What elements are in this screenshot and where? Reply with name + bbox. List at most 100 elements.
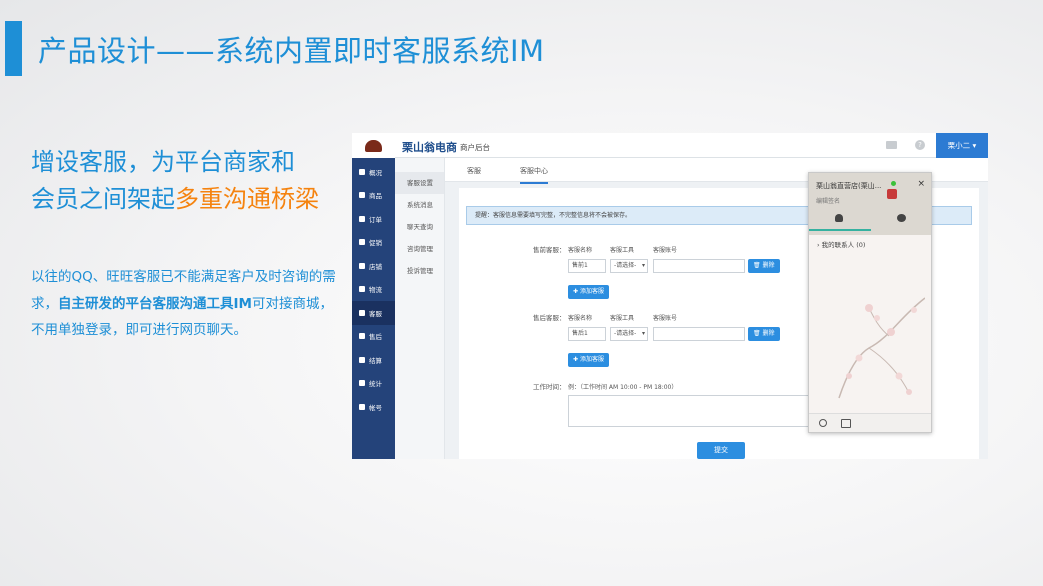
sidebar-item-icon <box>359 356 365 363</box>
sub-navigation: 客服设置 系统消息 聊天查询 咨询管理 投诉管理 <box>395 158 445 459</box>
subnav-item-0[interactable]: 客服设置 <box>395 172 444 194</box>
col-tool-2: 客服工具 <box>610 315 635 322</box>
subnav-item-1[interactable]: 系统消息 <box>395 194 444 216</box>
sidebar-item-icon <box>359 262 365 269</box>
presale-account-input[interactable] <box>653 259 745 273</box>
sidebar-item-1[interactable]: 商品 <box>352 184 395 208</box>
delete-label: 删除 <box>762 262 775 269</box>
sidebar-item-label: 商品 <box>369 192 382 201</box>
sidebar-item-icon <box>359 309 365 316</box>
sidebar-item-label: 结算 <box>369 356 382 365</box>
sidebar-item-label: 客服 <box>369 309 382 318</box>
title-accent-bar <box>5 21 22 76</box>
brand-subtitle: 商户后台 <box>460 143 490 152</box>
chat-header: 栗山翁直营店(栗山... × 编辑签名 <box>809 173 931 235</box>
sidebar-item-icon <box>359 168 365 175</box>
col-name: 客服名称 <box>568 247 593 254</box>
chat-tab-indicator <box>809 229 871 231</box>
presale-name-input[interactable]: 售前1 <box>568 259 606 273</box>
sidebar-item-0[interactable]: 概况 <box>352 160 395 184</box>
sidebar-item-label: 店铺 <box>369 262 382 271</box>
sidebar-item-10[interactable]: 帐号 <box>352 395 395 419</box>
col-account-2: 客服账号 <box>653 315 678 322</box>
tab-kefu[interactable]: 客服 <box>467 166 481 176</box>
sidebar-item-6[interactable]: 客服 <box>352 301 395 325</box>
col-account: 客服账号 <box>653 247 678 254</box>
slide-title: 产品设计——系统内置即时客服系统IM <box>38 34 545 68</box>
sidebar-item-4[interactable]: 店铺 <box>352 254 395 278</box>
sidebar: 概况商品订单促销店铺物流客服售后结算统计帐号 <box>352 158 395 459</box>
aftersale-label: 售后客服： <box>533 314 566 322</box>
sidebar-item-3[interactable]: 促销 <box>352 231 395 255</box>
sidebar-item-7[interactable]: 售后 <box>352 325 395 349</box>
subnav-item-2[interactable]: 聊天查询 <box>395 216 444 238</box>
aftersale-tool-select[interactable]: -请选择- <box>610 327 648 341</box>
col-name-2: 客服名称 <box>568 315 593 322</box>
contacts-tab-icon[interactable] <box>835 214 843 222</box>
aftersale-delete-button[interactable]: 🗑 删除 <box>748 327 780 341</box>
sidebar-item-label: 统计 <box>369 380 382 389</box>
add-label: 添加客服 <box>579 288 604 295</box>
shirt-icon[interactable] <box>841 419 851 428</box>
sidebar-item-icon <box>359 403 365 410</box>
chat-signature[interactable]: 编辑签名 <box>816 196 840 205</box>
submit-button[interactable]: 提交 <box>697 442 745 459</box>
col-tool: 客服工具 <box>610 247 635 254</box>
logo-icon <box>365 140 382 152</box>
embedded-screenshot: 栗山翁电商 商户后台 ? 栗小二 ▾ 概况 商品 订单 促销 店铺 物流 客服 售后 结算 统计帐… <box>352 133 988 459</box>
chat-shop-name: 栗山翁直营店(栗山... <box>816 182 882 190</box>
im-chat-window: 栗山翁直营店(栗山... × 编辑签名 › 我的联系人 (0) <box>808 172 932 433</box>
sidebar-item-label: 物流 <box>369 286 382 295</box>
presale-add-button[interactable]: ✚ 添加客服 <box>568 285 609 299</box>
shop-avatar <box>887 189 897 199</box>
presale-label: 售前客服： <box>533 246 566 254</box>
headline: 增设客服，为平台商家和 会员之间架起多重沟通桥梁 <box>31 144 351 218</box>
delete-label-2: 删除 <box>762 330 775 337</box>
add-label-2: 添加客服 <box>579 356 604 363</box>
sidebar-item-icon <box>359 239 365 246</box>
contacts-label: 我的联系人 <box>821 241 855 249</box>
description-bold: 自主研发的平台客服沟通工具IM <box>58 295 252 312</box>
aftersale-account-input[interactable] <box>653 327 745 341</box>
contacts-group[interactable]: › 我的联系人 (0) <box>817 239 865 249</box>
chat-close-icon[interactable]: × <box>917 179 925 189</box>
sidebar-item-8[interactable]: 结算 <box>352 348 395 372</box>
user-name: 栗小二 <box>947 141 971 150</box>
sidebar-item-label: 概况 <box>369 168 382 177</box>
sidebar-item-label: 帐号 <box>369 403 382 412</box>
sidebar-item-icon <box>359 333 365 340</box>
logo[interactable] <box>352 133 395 158</box>
headline-line-1: 增设客服，为平台商家和 <box>31 148 295 176</box>
presale-tool-select[interactable]: -请选择- <box>610 259 648 273</box>
brand-name: 栗山翁电商 <box>402 141 457 154</box>
sidebar-item-9[interactable]: 统计 <box>352 372 395 396</box>
worktime-textarea[interactable] <box>568 395 810 427</box>
sidebar-item-label: 售后 <box>369 333 382 342</box>
presale-delete-button[interactable]: 🗑 删除 <box>748 259 780 273</box>
sidebar-item-label: 订单 <box>369 215 382 224</box>
description: 以往的QQ、旺旺客服已不能满足客户及时咨询的需求，自主研发的平台客服沟通工具IM… <box>31 264 336 344</box>
aftersale-add-button[interactable]: ✚ 添加客服 <box>568 353 609 367</box>
search-icon[interactable] <box>819 419 827 427</box>
sidebar-item-2[interactable]: 订单 <box>352 207 395 231</box>
worktime-label: 工作时间： <box>533 383 566 391</box>
messages-tab-icon[interactable] <box>897 214 906 222</box>
sidebar-item-icon <box>359 286 365 293</box>
sidebar-item-icon <box>359 192 365 199</box>
tab-kefu-center[interactable]: 客服中心 <box>520 166 548 184</box>
sidebar-item-icon <box>359 215 365 222</box>
aftersale-name-input[interactable]: 售后1 <box>568 327 606 341</box>
subnav-item-3[interactable]: 咨询管理 <box>395 238 444 260</box>
online-status-icon <box>891 181 896 186</box>
app-topbar: 栗山翁电商 商户后台 ? 栗小二 ▾ <box>352 133 988 158</box>
subnav-item-4[interactable]: 投诉管理 <box>395 260 444 282</box>
worktime-hint: 例：（工作时间 AM 10:00 - PM 18:00） <box>568 384 678 391</box>
help-icon[interactable]: ? <box>915 140 925 150</box>
headline-text: 会员之间架起 <box>31 185 175 213</box>
user-menu[interactable]: 栗小二 ▾ <box>936 133 988 158</box>
mail-icon[interactable] <box>886 141 897 149</box>
sidebar-item-icon <box>359 380 365 387</box>
chat-footer <box>809 413 931 432</box>
sidebar-item-5[interactable]: 物流 <box>352 278 395 302</box>
sidebar-item-label: 促销 <box>369 239 382 248</box>
